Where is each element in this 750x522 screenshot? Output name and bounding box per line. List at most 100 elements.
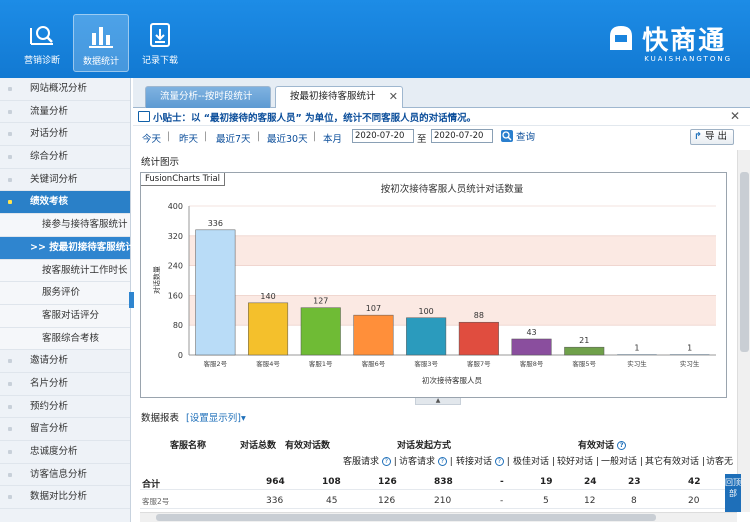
sidebar-item[interactable]: 预约分析: [0, 396, 130, 419]
tab-first-agent-stats[interactable]: 按最初接待客服统计 ✕: [275, 86, 403, 109]
nav-data-statistics[interactable]: 数据统计: [73, 14, 129, 72]
x-tick-label: 客服5号: [572, 359, 596, 368]
bullet-icon: [8, 132, 12, 137]
filter-today[interactable]: 今天: [142, 131, 161, 145]
chart-collapse-toggle[interactable]: ▲: [415, 398, 461, 405]
cell-name: 客服2号: [142, 497, 170, 506]
sidebar-item[interactable]: 按客服统计工作时长: [0, 259, 130, 283]
col-transfer: 转接对话 ? |: [456, 457, 510, 467]
sidebar-item[interactable]: 网站概况分析: [0, 78, 130, 101]
sidebar-item[interactable]: 关键词分析: [0, 169, 130, 192]
col-agent-request: 客服请求 ? |: [343, 457, 397, 467]
sidebar-item[interactable]: 访客信息分析: [0, 464, 130, 487]
cell-total: 964: [266, 477, 285, 487]
filter-separator: |: [313, 131, 317, 142]
column-settings-link[interactable]: [设置显示列]▾: [186, 413, 246, 424]
close-icon[interactable]: ✕: [730, 109, 740, 123]
sidebar-item-label: 客服综合考核: [42, 332, 100, 344]
y-tick-label: 400: [168, 202, 183, 211]
bar: [458, 321, 499, 356]
sidebar-item[interactable]: 邀请分析: [0, 350, 130, 373]
bar-value-label: 127: [313, 297, 328, 306]
close-icon[interactable]: ✕: [389, 87, 398, 107]
sidebar-item-label: 数据对比分析: [30, 491, 88, 503]
filter-separator: |: [167, 131, 171, 142]
sub-label: 一般对话: [601, 457, 638, 467]
date-to-input[interactable]: 2020-07-20: [431, 129, 493, 143]
scroll-thumb[interactable]: [740, 172, 749, 352]
cell-normal: 23: [628, 477, 641, 487]
bullet-icon: [8, 450, 12, 454]
table-row[interactable]: 客服2号 336 45 126 210 - 5 12 8 20: [140, 493, 730, 509]
sub-label: 转接对话: [456, 457, 493, 467]
table-header-row: 客服名称 对话总数 有效对话数 对话发起方式 有效对话 ?: [140, 438, 730, 452]
vertical-scrollbar[interactable]: [737, 150, 750, 512]
bullet-icon: [8, 381, 12, 386]
bar-value-label: 1: [634, 344, 639, 353]
tab-traffic-by-period[interactable]: 流量分析--按时段统计: [145, 86, 271, 108]
help-icon[interactable]: ?: [437, 457, 447, 466]
cell-effective: 108: [322, 477, 341, 487]
nav-record-download[interactable]: 记录下载: [132, 14, 188, 72]
bullet-icon: [8, 87, 12, 91]
scroll-thumb[interactable]: [156, 514, 656, 521]
brand-sub: KUAISHANGTONG: [644, 55, 732, 63]
sidebar-item-label: >> 按最初接待客服统计: [30, 241, 135, 253]
bar: [564, 346, 605, 356]
sidebar-item[interactable]: 客服综合考核: [0, 327, 130, 351]
bullet-icon: [8, 404, 12, 409]
sidebar-item[interactable]: 名片分析: [0, 373, 130, 396]
filter-yesterday[interactable]: 昨天: [179, 131, 198, 145]
export-button[interactable]: ↱ 导 出: [690, 129, 734, 145]
date-range-to-label: 至: [417, 134, 427, 145]
y-axis-label: 对话数量: [152, 266, 161, 294]
bullet-icon: [8, 427, 12, 432]
bar-value-label: 21: [579, 336, 589, 345]
nav-marketing-diagnosis[interactable]: 营销诊断: [14, 14, 70, 72]
sidebar-item[interactable]: 流量分析: [0, 101, 130, 124]
help-icon[interactable]: ?: [381, 457, 391, 466]
filter-last-7-days[interactable]: 最近7天: [216, 131, 251, 145]
col-other-effective: 其它有效对话 |: [645, 457, 705, 467]
cell-normal: 8: [631, 496, 637, 506]
date-from-input[interactable]: 2020-07-20: [352, 129, 414, 143]
sidebar-item[interactable]: 客服对话评分: [0, 304, 130, 328]
sub-label: 极佳对话: [513, 457, 550, 467]
chart-band: [189, 206, 716, 236]
sidebar-item[interactable]: 绩效考核: [0, 191, 130, 215]
sidebar-item-label: 忠诚度分析: [30, 446, 78, 457]
table-row-total: 合计 964 108 126 838 - 19 24 23 42: [140, 474, 730, 490]
sidebar-item[interactable]: 接参与接待客服统计: [0, 214, 130, 237]
col-agent-name: 客服名称: [170, 441, 207, 451]
bar: [195, 229, 236, 356]
tab-label: 按最初接待客服统计: [290, 91, 376, 102]
sidebar-item[interactable]: 服务评价: [0, 282, 130, 305]
bullet-icon: [8, 359, 12, 364]
query-button[interactable]: 查询: [500, 129, 537, 144]
column-settings-label: [设置显示列]: [186, 413, 241, 424]
sidebar-collapse-handle[interactable]: [129, 292, 134, 308]
horizontal-scrollbar[interactable]: [140, 512, 737, 522]
filter-last-30-days[interactable]: 最近30天: [267, 131, 308, 145]
sub-label: 较好对话: [557, 457, 594, 467]
bullet-icon: [8, 472, 12, 477]
bullet-icon: [8, 495, 12, 500]
chart-band: [189, 235, 716, 266]
sidebar-item[interactable]: 留言分析: [0, 418, 130, 441]
filter-this-month[interactable]: 本月: [323, 131, 342, 145]
sidebar-item[interactable]: 对话分析: [0, 123, 130, 147]
table-subheader-row: 客服请求 ? | 访客请求 ? | 转接对话 ? | 极佳对话 | 较好对话 |…: [140, 454, 733, 468]
cell-agent-request: 126: [378, 477, 397, 487]
sidebar-item[interactable]: 忠诚度分析: [0, 441, 130, 464]
help-icon[interactable]: ?: [494, 457, 504, 466]
nav-label: 数据统计: [82, 57, 119, 67]
cell-excellent: 5: [543, 496, 549, 506]
sidebar-item[interactable]: >> 按最初接待客服统计: [0, 236, 135, 260]
sidebar-item[interactable]: 综合分析: [0, 146, 130, 169]
help-icon[interactable]: ?: [617, 441, 627, 450]
bar-value-label: 140: [260, 292, 275, 301]
back-to-top-button[interactable]: 回顶部: [725, 474, 741, 512]
sidebar-item-label: 预约分析: [30, 400, 69, 412]
sidebar: 网站概况分析 流量分析 对话分析 综合分析 关键词分析 绩效考核 接参与接待客服统计 >> 按…: [0, 78, 135, 522]
sidebar-item[interactable]: 数据对比分析: [0, 486, 130, 510]
